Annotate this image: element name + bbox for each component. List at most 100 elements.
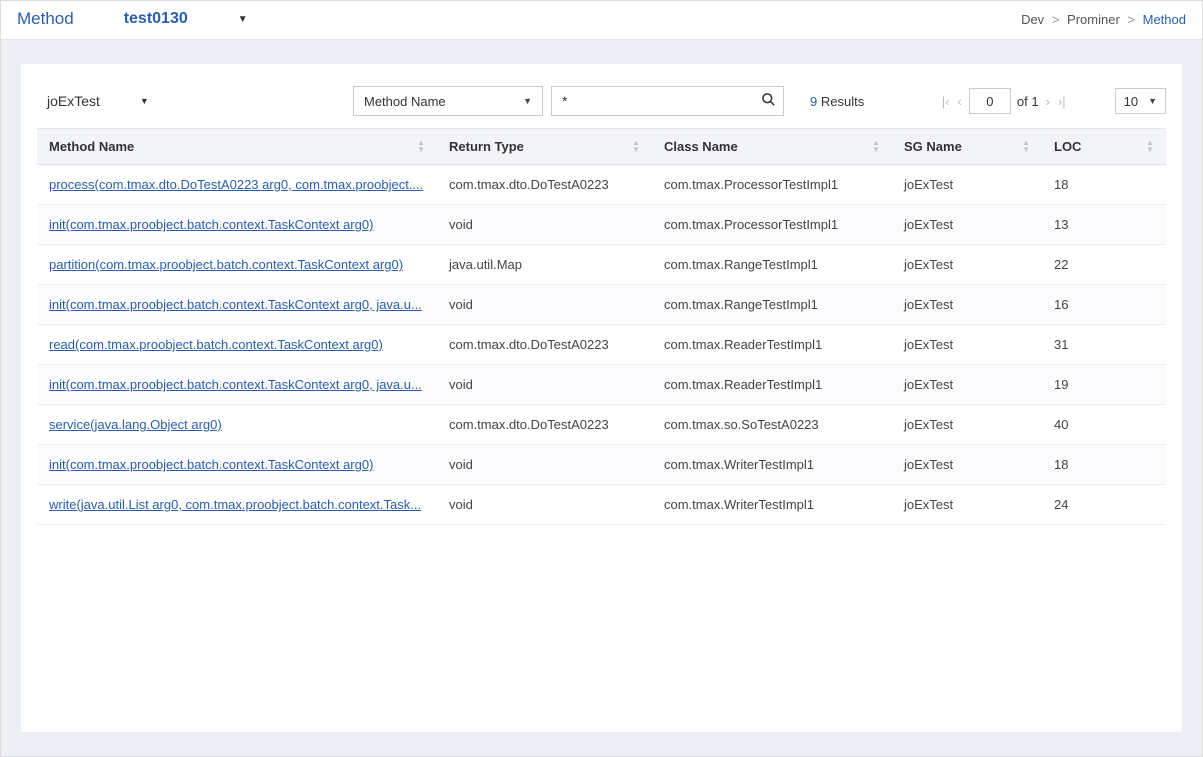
sort-icon[interactable]: ▲▼ [632, 139, 640, 153]
cell-sg: joExTest [892, 325, 1042, 365]
search-field-dropdown[interactable]: Method Name ▼ [353, 86, 543, 116]
cell-loc: 22 [1042, 245, 1166, 285]
cell-method: process(com.tmax.dto.DoTestA0223 arg0, c… [37, 165, 437, 205]
prev-page-icon[interactable]: ‹ [957, 94, 963, 109]
cell-return: com.tmax.dto.DoTestA0223 [437, 325, 652, 365]
cell-return: void [437, 285, 652, 325]
cell-class: com.tmax.RangeTestImpl1 [652, 285, 892, 325]
cell-sg: joExTest [892, 365, 1042, 405]
table-row: init(com.tmax.proobject.batch.context.Ta… [37, 365, 1166, 405]
panel: joExTest ▼ Method Name ▼ 9 Results [21, 64, 1182, 732]
results-count-label: Results [821, 94, 864, 109]
cell-loc: 24 [1042, 485, 1166, 525]
app-window: Method test0130 ▼ Dev > Prominer > Metho… [0, 0, 1203, 757]
col-header-method[interactable]: Method Name ▲▼ [37, 129, 437, 165]
toolbar: joExTest ▼ Method Name ▼ 9 Results [37, 86, 1166, 116]
cell-sg: joExTest [892, 445, 1042, 485]
sort-icon[interactable]: ▲▼ [1146, 139, 1154, 153]
cell-class: com.tmax.RangeTestImpl1 [652, 245, 892, 285]
cell-sg: joExTest [892, 245, 1042, 285]
sort-icon[interactable]: ▲▼ [1022, 139, 1030, 153]
cell-method: read(com.tmax.proobject.batch.context.Ta… [37, 325, 437, 365]
search-input[interactable] [552, 93, 753, 109]
method-link[interactable]: init(com.tmax.proobject.batch.context.Ta… [49, 457, 373, 472]
col-header-loc[interactable]: LOC ▲▼ [1042, 129, 1166, 165]
page-size-dropdown[interactable]: 10 ▼ [1115, 88, 1166, 114]
method-link[interactable]: init(com.tmax.proobject.batch.context.Ta… [49, 297, 422, 312]
page-of-label: of 1 [1017, 94, 1039, 109]
search-field-value: Method Name [364, 94, 446, 109]
cell-return: void [437, 485, 652, 525]
table-row: init(com.tmax.proobject.batch.context.Ta… [37, 445, 1166, 485]
last-page-icon[interactable]: ›| [1057, 94, 1067, 109]
chevron-down-icon: ▼ [238, 14, 248, 25]
first-page-icon[interactable]: |‹ [941, 94, 951, 109]
cell-sg: joExTest [892, 285, 1042, 325]
page-input[interactable] [969, 88, 1011, 114]
header-bar: Method test0130 ▼ Dev > Prominer > Metho… [1, 1, 1202, 40]
cell-loc: 31 [1042, 325, 1166, 365]
cell-return: void [437, 445, 652, 485]
cell-method: init(com.tmax.proobject.batch.context.Ta… [37, 205, 437, 245]
col-header-return[interactable]: Return Type ▲▼ [437, 129, 652, 165]
chevron-down-icon: ▼ [140, 96, 149, 106]
chevron-down-icon: ▼ [523, 96, 532, 106]
project-selector[interactable]: test0130 ▼ [124, 10, 248, 28]
method-link[interactable]: service(java.lang.Object arg0) [49, 417, 222, 432]
cell-return: void [437, 205, 652, 245]
method-link[interactable]: read(com.tmax.proobject.batch.context.Ta… [49, 337, 383, 352]
cell-method: write(java.util.List arg0, com.tmax.proo… [37, 485, 437, 525]
sort-icon[interactable]: ▲▼ [417, 139, 425, 153]
cell-loc: 40 [1042, 405, 1166, 445]
cell-method: init(com.tmax.proobject.batch.context.Ta… [37, 285, 437, 325]
method-link[interactable]: write(java.util.List arg0, com.tmax.proo… [49, 497, 421, 512]
cell-return: void [437, 365, 652, 405]
table-row: write(java.util.List arg0, com.tmax.proo… [37, 485, 1166, 525]
cell-method: service(java.lang.Object arg0) [37, 405, 437, 445]
table-row: init(com.tmax.proobject.batch.context.Ta… [37, 205, 1166, 245]
cell-loc: 13 [1042, 205, 1166, 245]
cell-class: com.tmax.WriterTestImpl1 [652, 485, 892, 525]
method-link[interactable]: init(com.tmax.proobject.batch.context.Ta… [49, 377, 422, 392]
content-area: joExTest ▼ Method Name ▼ 9 Results [1, 40, 1202, 756]
sort-icon[interactable]: ▲▼ [872, 139, 880, 153]
header-left: Method test0130 ▼ [17, 9, 248, 29]
table-row: partition(com.tmax.proobject.batch.conte… [37, 245, 1166, 285]
project-name: test0130 [124, 10, 188, 28]
cell-class: com.tmax.so.SoTestA0223 [652, 405, 892, 445]
cell-return: java.util.Map [437, 245, 652, 285]
breadcrumb-separator: > [1127, 12, 1135, 27]
cell-class: com.tmax.ReaderTestImpl1 [652, 325, 892, 365]
cell-loc: 18 [1042, 445, 1166, 485]
col-header-sg[interactable]: SG Name ▲▼ [892, 129, 1042, 165]
breadcrumb-dev[interactable]: Dev [1021, 12, 1044, 27]
sg-filter-dropdown[interactable]: joExTest ▼ [37, 89, 157, 113]
breadcrumb-prominer[interactable]: Prominer [1067, 12, 1120, 27]
cell-class: com.tmax.WriterTestImpl1 [652, 445, 892, 485]
sg-filter-value: joExTest [47, 93, 100, 109]
cell-class: com.tmax.ProcessorTestImpl1 [652, 165, 892, 205]
next-page-icon[interactable]: › [1045, 94, 1051, 109]
table-row: process(com.tmax.dto.DoTestA0223 arg0, c… [37, 165, 1166, 205]
results-count: 9 Results [810, 94, 864, 109]
cell-method: partition(com.tmax.proobject.batch.conte… [37, 245, 437, 285]
method-link[interactable]: process(com.tmax.dto.DoTestA0223 arg0, c… [49, 177, 423, 192]
table-row: init(com.tmax.proobject.batch.context.Ta… [37, 285, 1166, 325]
col-header-class[interactable]: Class Name ▲▼ [652, 129, 892, 165]
cell-loc: 19 [1042, 365, 1166, 405]
table-row: read(com.tmax.proobject.batch.context.Ta… [37, 325, 1166, 365]
search-icon[interactable] [753, 92, 783, 111]
breadcrumb-method[interactable]: Method [1143, 12, 1186, 27]
page-size-value: 10 [1124, 94, 1138, 109]
cell-return: com.tmax.dto.DoTestA0223 [437, 405, 652, 445]
page-title: Method [17, 9, 74, 29]
cell-sg: joExTest [892, 485, 1042, 525]
search-box [551, 86, 784, 116]
method-link[interactable]: partition(com.tmax.proobject.batch.conte… [49, 257, 403, 272]
cell-loc: 18 [1042, 165, 1166, 205]
table-header-row: Method Name ▲▼ Return Type ▲▼ Class Name… [37, 129, 1166, 165]
results-count-number: 9 [810, 94, 817, 109]
cell-class: com.tmax.ReaderTestImpl1 [652, 365, 892, 405]
method-link[interactable]: init(com.tmax.proobject.batch.context.Ta… [49, 217, 373, 232]
pagination: |‹ ‹ of 1 › ›| [941, 88, 1067, 114]
